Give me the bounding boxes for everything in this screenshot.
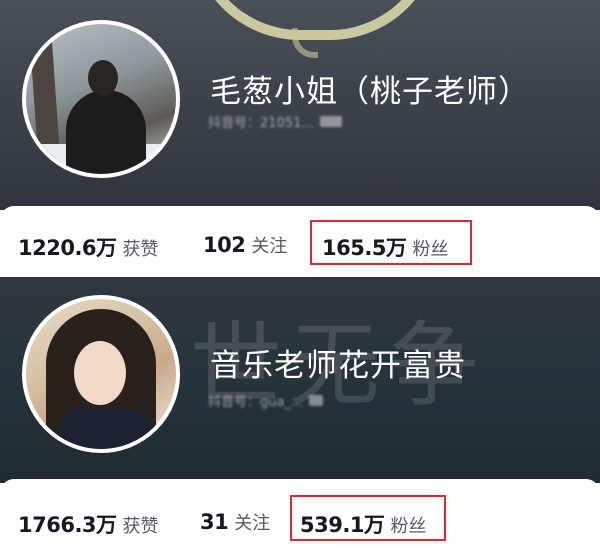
stat-following[interactable]: 31 关注: [200, 509, 270, 535]
profile-banner: 毛葱小姐（桃子老师） 抖音号：21051...: [0, 0, 600, 210]
following-count: 31: [200, 510, 229, 534]
profile-banner: 世无争 音乐老师花开富贵 抖音号：gua_...: [0, 277, 600, 483]
following-count: 102: [203, 233, 246, 257]
profile-card: 世无争 音乐老师花开富贵 抖音号：gua_... 1766.3万 获赞 31 关…: [0, 277, 600, 554]
profile-name: 毛葱小姐（桃子老师）: [210, 74, 530, 110]
stat-likes[interactable]: 1220.6万 获赞: [18, 232, 159, 262]
fans-count: 165.5万: [322, 236, 407, 260]
profile-name: 音乐老师花开富贵: [210, 348, 466, 384]
avatar[interactable]: [22, 295, 180, 453]
account-id-text: 抖音号：gua_...: [208, 394, 304, 410]
likes-count: 1766.3万: [18, 513, 117, 537]
account-id-text: 抖音号：21051...: [208, 115, 314, 131]
following-label: 关注: [234, 513, 271, 534]
likes-label: 获赞: [122, 516, 159, 537]
profile-stats: 1766.3万 获赞 31 关注 539.1万 粉丝: [0, 479, 600, 554]
stat-fans[interactable]: 165.5万 粉丝: [322, 232, 448, 262]
copy-icon: [309, 394, 324, 406]
likes-count: 1220.6万: [18, 236, 117, 260]
account-id: 抖音号：21051...: [208, 111, 348, 131]
fans-label: 粉丝: [390, 516, 427, 537]
avatar[interactable]: [22, 20, 180, 178]
profile-stats: 1220.6万 获赞 102 关注 165.5万 粉丝: [0, 206, 600, 277]
stat-following[interactable]: 102 关注: [203, 232, 287, 258]
fans-label: 粉丝: [412, 239, 449, 260]
banner-decoration: [292, 28, 318, 58]
likes-label: 获赞: [122, 239, 159, 260]
profile-card: 毛葱小姐（桃子老师） 抖音号：21051... 1220.6万 获赞 102 关…: [0, 0, 600, 277]
stat-fans[interactable]: 539.1万 粉丝: [300, 509, 426, 539]
stat-likes[interactable]: 1766.3万 获赞: [18, 509, 159, 539]
copy-icon: [319, 115, 342, 127]
fans-count: 539.1万: [300, 513, 385, 537]
account-id: 抖音号：gua_...: [208, 390, 348, 410]
following-label: 关注: [251, 236, 288, 257]
